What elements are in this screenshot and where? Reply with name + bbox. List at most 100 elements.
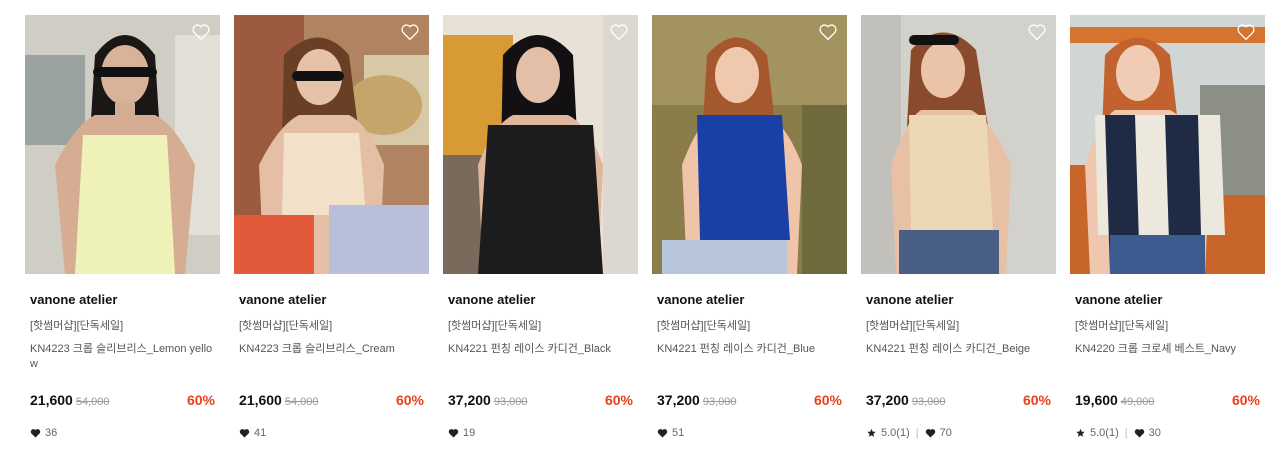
price-row: 37,200 93,000 60% xyxy=(657,392,842,412)
product-card[interactable]: vanone atelier [핫썸머샵][단독세일] KN4220 크롭 크로… xyxy=(1070,15,1265,445)
original-price: 93,000 xyxy=(493,396,528,408)
meta-divider: | xyxy=(1124,427,1128,439)
promo-tag: [핫썸머샵][단독세일] xyxy=(239,320,333,332)
promo-tag: [핫썸머샵][단독세일] xyxy=(657,320,751,332)
wishlist-heart-icon[interactable] xyxy=(400,23,420,41)
wishlist-heart-icon[interactable] xyxy=(609,23,629,41)
product-name[interactable]: KN4223 크롭 슬리브리스_Lemon yellow xyxy=(30,342,220,372)
sale-price-value: 21,600 xyxy=(239,392,282,408)
product-card[interactable]: vanone atelier [핫썸머샵][단독세일] KN4223 크롭 슬리… xyxy=(25,15,220,445)
brand-name[interactable]: vanone atelier xyxy=(448,292,535,307)
product-photo xyxy=(25,15,220,274)
product-name[interactable]: KN4223 크롭 슬리브리스_Cream xyxy=(239,342,429,357)
likes-group: 51 xyxy=(657,427,684,439)
discount-rate: 60% xyxy=(1022,392,1051,408)
discount-rate: 60% xyxy=(604,392,633,408)
product-grid: vanone atelier [핫썸머샵][단독세일] KN4223 크롭 슬리… xyxy=(0,0,1280,454)
price-row: 19,600 49,000 60% xyxy=(1075,392,1260,412)
product-name[interactable]: KN4221 펀칭 레이스 카디건_Blue xyxy=(657,342,847,357)
likes-count: 36 xyxy=(45,427,58,439)
sale-price: 37,200 93,000 xyxy=(657,392,736,408)
wishlist-heart-icon[interactable] xyxy=(1027,23,1047,41)
product-card[interactable]: vanone atelier [핫썸머샵][단독세일] KN4221 펀칭 레이… xyxy=(861,15,1056,445)
likes-count: 41 xyxy=(254,427,267,439)
sale-price-value: 21,600 xyxy=(30,392,73,408)
product-image[interactable] xyxy=(25,15,220,274)
star-icon xyxy=(867,428,876,437)
product-name[interactable]: KN4221 펀칭 레이스 카디건_Black xyxy=(448,342,638,357)
promo-tag: [핫썸머샵][단독세일] xyxy=(1075,320,1169,332)
product-meta: 19 xyxy=(448,427,475,439)
product-meta: 5.0(1) | 30 xyxy=(1075,427,1161,439)
rating-value: 5.0(1) xyxy=(881,427,910,439)
rating-group: 5.0(1) xyxy=(1075,427,1119,439)
wishlist-heart-icon[interactable] xyxy=(818,23,838,41)
product-photo xyxy=(1070,15,1265,274)
price-row: 37,200 93,000 60% xyxy=(448,392,633,412)
discount-rate: 60% xyxy=(186,392,215,408)
original-price: 54,000 xyxy=(284,396,319,408)
rating-group: 5.0(1) xyxy=(866,427,910,439)
wishlist-heart-icon[interactable] xyxy=(191,23,211,41)
rating-value: 5.0(1) xyxy=(1090,427,1119,439)
meta-divider: | xyxy=(915,427,919,439)
price-row: 21,600 54,000 60% xyxy=(239,392,424,412)
product-meta: 51 xyxy=(657,427,684,439)
heart-filled-icon xyxy=(239,429,250,438)
product-card[interactable]: vanone atelier [핫썸머샵][단독세일] KN4221 펀칭 레이… xyxy=(443,15,638,445)
product-card[interactable]: vanone atelier [핫썸머샵][단독세일] KN4223 크롭 슬리… xyxy=(234,15,429,445)
wishlist-heart-icon[interactable] xyxy=(1236,23,1256,41)
product-meta: 5.0(1) | 70 xyxy=(866,427,952,439)
sale-price: 37,200 93,000 xyxy=(866,392,945,408)
product-photo xyxy=(443,15,638,274)
likes-count: 51 xyxy=(672,427,685,439)
brand-name[interactable]: vanone atelier xyxy=(866,292,953,307)
product-name[interactable]: KN4220 크롭 크로셰 베스트_Navy xyxy=(1075,342,1265,357)
discount-rate: 60% xyxy=(813,392,842,408)
original-price: 49,000 xyxy=(1120,396,1155,408)
likes-group: 36 xyxy=(30,427,57,439)
product-card[interactable]: vanone atelier [핫썸머샵][단독세일] KN4221 펀칭 레이… xyxy=(652,15,847,445)
brand-name[interactable]: vanone atelier xyxy=(239,292,326,307)
sale-price-value: 19,600 xyxy=(1075,392,1118,408)
brand-name[interactable]: vanone atelier xyxy=(657,292,744,307)
likes-count: 30 xyxy=(1148,427,1161,439)
product-name[interactable]: KN4221 펀칭 레이스 카디건_Beige xyxy=(866,342,1056,357)
sale-price-value: 37,200 xyxy=(448,392,491,408)
product-meta: 36 xyxy=(30,427,57,439)
original-price: 93,000 xyxy=(702,396,737,408)
product-meta: 41 xyxy=(239,427,266,439)
heart-filled-icon xyxy=(30,429,41,438)
promo-tag: [핫썸머샵][단독세일] xyxy=(866,320,960,332)
original-price: 54,000 xyxy=(75,396,110,408)
likes-group: 30 xyxy=(1134,427,1161,439)
likes-group: 70 xyxy=(925,427,952,439)
likes-count: 19 xyxy=(463,427,476,439)
product-image[interactable] xyxy=(234,15,429,274)
heart-filled-icon xyxy=(1134,429,1144,438)
likes-count: 70 xyxy=(939,427,952,439)
discount-rate: 60% xyxy=(395,392,424,408)
star-icon xyxy=(1076,428,1085,437)
product-image[interactable] xyxy=(443,15,638,274)
sale-price: 19,600 49,000 xyxy=(1075,392,1154,408)
product-photo xyxy=(234,15,429,274)
product-image[interactable] xyxy=(652,15,847,274)
promo-tag: [핫썸머샵][단독세일] xyxy=(448,320,542,332)
product-image[interactable] xyxy=(1070,15,1265,274)
discount-rate: 60% xyxy=(1231,392,1260,408)
product-photo xyxy=(652,15,847,274)
sale-price-value: 37,200 xyxy=(657,392,700,408)
product-image[interactable] xyxy=(861,15,1056,274)
heart-filled-icon xyxy=(657,429,668,438)
sale-price: 21,600 54,000 xyxy=(30,392,109,408)
original-price: 93,000 xyxy=(911,396,946,408)
price-row: 21,600 54,000 60% xyxy=(30,392,215,412)
promo-tag: [핫썸머샵][단독세일] xyxy=(30,320,124,332)
brand-name[interactable]: vanone atelier xyxy=(1075,292,1162,307)
likes-group: 41 xyxy=(239,427,266,439)
heart-filled-icon xyxy=(448,429,459,438)
sale-price: 21,600 54,000 xyxy=(239,392,318,408)
brand-name[interactable]: vanone atelier xyxy=(30,292,117,307)
sale-price-value: 37,200 xyxy=(866,392,909,408)
